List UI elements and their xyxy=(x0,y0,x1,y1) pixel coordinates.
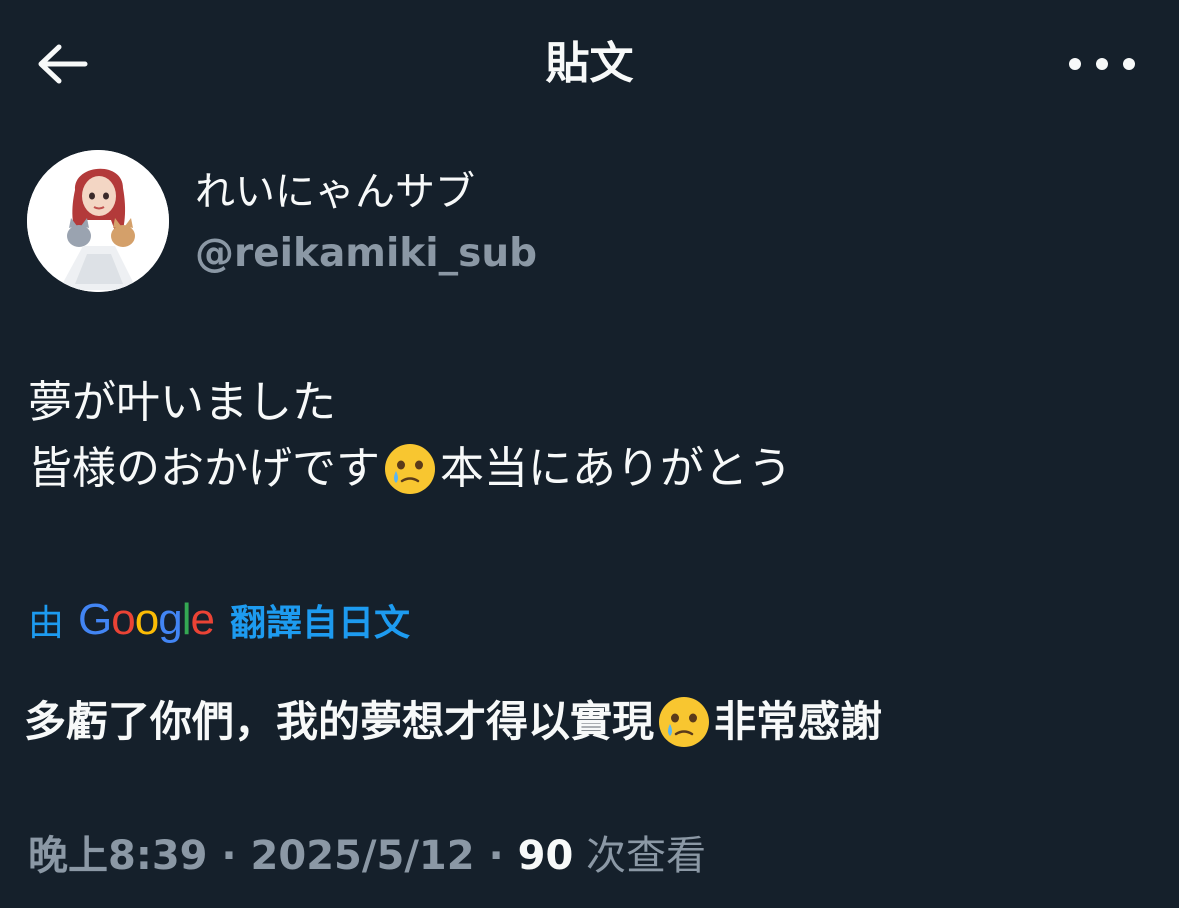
more-horizontal-icon xyxy=(1069,58,1081,70)
tweet-line-2-after: 本当にありがとう xyxy=(440,443,792,494)
top-bar: 貼文 xyxy=(0,0,1179,130)
tweet-meta: 晚上8:39 · 2025/5/12 · 90 次查看 xyxy=(28,828,706,884)
translated-text-after: 非常感謝 xyxy=(714,697,883,746)
translation-from-label: 翻譯自日文 xyxy=(229,603,410,644)
avatar[interactable] xyxy=(27,150,169,292)
face-holding-back-tears-icon xyxy=(385,444,435,494)
tweet-line-2: 皆様のおかげです 本当にありがとう xyxy=(28,436,792,502)
google-letter: g xyxy=(158,595,183,644)
avatar-illustration xyxy=(27,150,169,292)
google-letter: o xyxy=(134,595,160,644)
views-count: 90 xyxy=(517,833,574,879)
views-label: 次查看 xyxy=(573,833,707,879)
face-holding-back-tears-icon xyxy=(659,697,710,747)
author-display-name[interactable]: れいにゃんサブ xyxy=(195,168,475,216)
translated-text: 多虧了你們，我的夢想才得以實現 非常感謝 xyxy=(24,690,882,754)
tweet-time[interactable]: 晚上8:39 xyxy=(28,833,208,879)
more-options-button[interactable] xyxy=(1069,44,1135,84)
google-letter: G xyxy=(78,595,112,644)
translation-by-label: 由 xyxy=(28,603,65,644)
author-handle[interactable]: @reikamiki_sub xyxy=(195,230,537,278)
tweet-body: 夢が叶いました 皆様のおかげです 本当にありがとう xyxy=(28,370,792,502)
more-dot xyxy=(1123,58,1135,70)
translation-attribution[interactable]: 由 Google 翻譯自日文 xyxy=(28,592,410,648)
page-title: 貼文 xyxy=(545,38,634,89)
google-letter: e xyxy=(190,595,215,644)
more-dot xyxy=(1096,58,1108,70)
google-letter: o xyxy=(111,595,136,644)
tweet-line-1: 夢が叶いました xyxy=(28,377,336,428)
tweet-date[interactable]: 2025/5/12 xyxy=(251,833,475,879)
meta-separator: · xyxy=(207,833,251,879)
translated-text-before: 多虧了你們，我的夢想才得以實現 xyxy=(24,697,655,746)
meta-separator: · xyxy=(474,833,518,879)
tweet-line-2-before: 皆様のおかげです xyxy=(28,443,380,494)
google-logo: Google xyxy=(78,595,215,645)
